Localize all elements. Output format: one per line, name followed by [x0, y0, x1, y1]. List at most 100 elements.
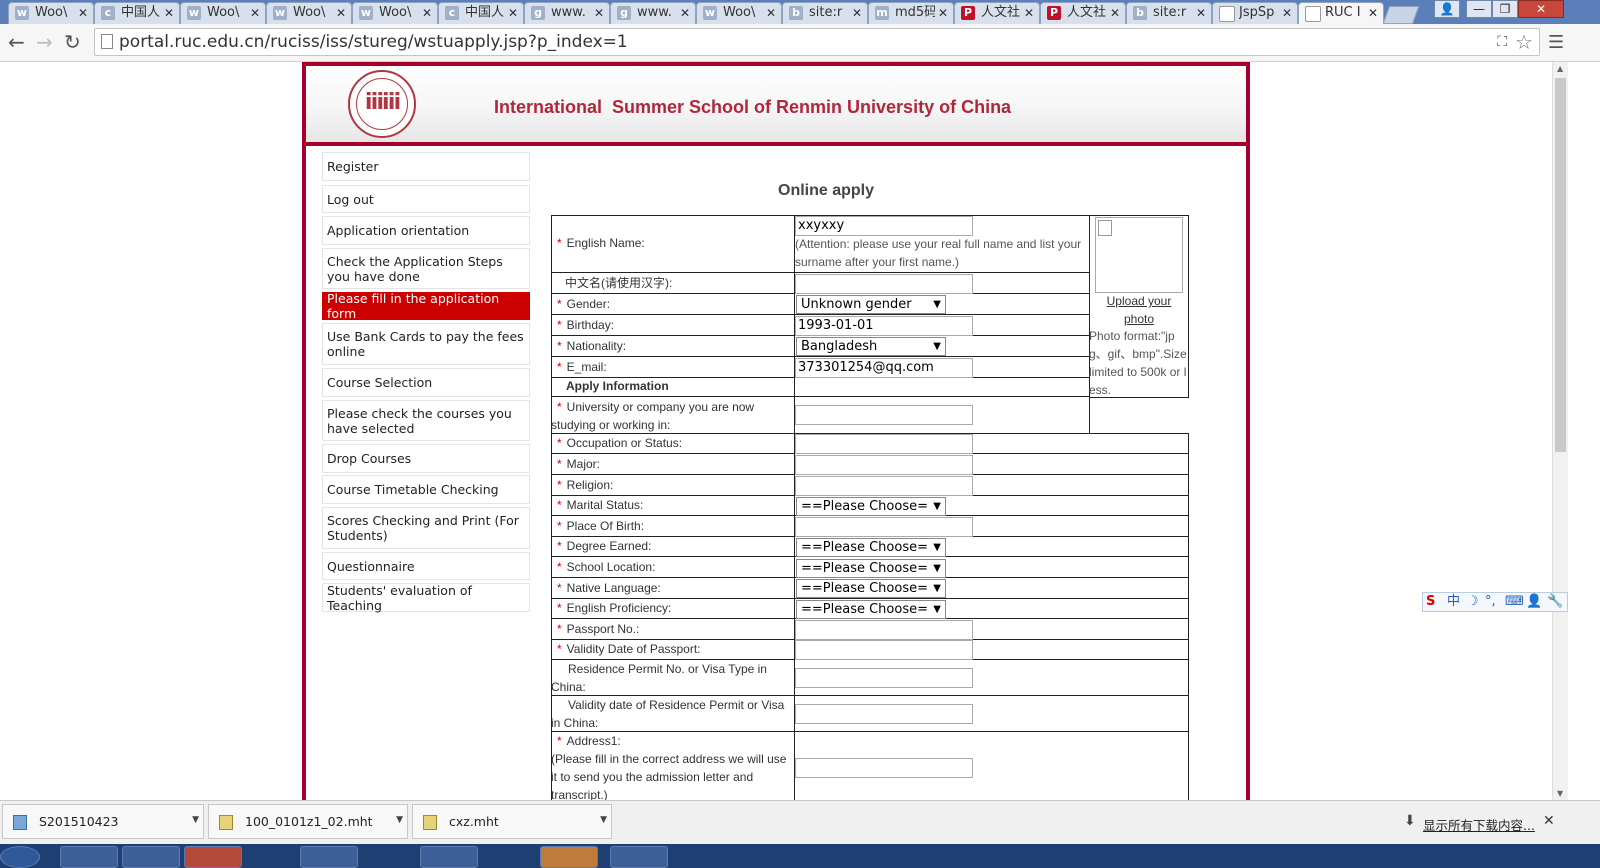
degree-select[interactable]: ==Please Choose= ▼	[796, 538, 946, 557]
residence-validity-field[interactable]	[795, 704, 973, 724]
chinese-mode-icon[interactable]: 中	[1447, 593, 1460, 611]
email-field[interactable]: 373301254@qq.com	[795, 358, 973, 378]
chevron-down-icon[interactable]: ▼	[600, 805, 607, 835]
wrench-icon[interactable]: 🔧	[1547, 593, 1563, 611]
browser-tab[interactable]: c 中国人 ✕	[94, 2, 180, 24]
user-icon[interactable]: 👤	[1434, 0, 1460, 18]
download-item[interactable]: 100_0101z1_02.mht ▼	[208, 804, 408, 839]
residence-permit-field[interactable]	[795, 668, 973, 688]
close-icon[interactable]: ✕	[78, 3, 88, 23]
close-icon[interactable]: ✕	[1543, 813, 1555, 829]
close-icon[interactable]: ✕	[1368, 3, 1378, 23]
user-icon[interactable]: 👤	[1526, 593, 1542, 611]
taskbar-app-button[interactable]	[122, 846, 180, 868]
address1-field[interactable]	[795, 758, 973, 778]
close-icon[interactable]: ✕	[1024, 3, 1034, 23]
close-icon[interactable]: ✕	[1282, 3, 1292, 23]
close-icon[interactable]: ✕	[766, 3, 776, 23]
browser-tab-active[interactable]: d RUC I ✕	[1298, 2, 1384, 24]
birthday-field[interactable]: 1993-01-01	[795, 316, 973, 336]
chevron-down-icon[interactable]: ▼	[396, 805, 403, 835]
sidebar-item-scores[interactable]: Scores Checking and Print (For Students)	[322, 507, 530, 549]
sidebar-item-bank-cards[interactable]: Use Bank Cards to pay the fees online	[322, 323, 530, 365]
browser-tab[interactable]: g www. ✕	[524, 2, 610, 24]
new-tab-button[interactable]	[1382, 6, 1420, 24]
browser-tab[interactable]: w Woo\ ✕	[8, 2, 94, 24]
university-field[interactable]	[795, 405, 973, 425]
chinese-name-field[interactable]	[795, 274, 973, 294]
browser-tab[interactable]: w Woo\ ✕	[180, 2, 266, 24]
passport-validity-field[interactable]	[795, 640, 973, 660]
menu-icon[interactable]: ☰	[1548, 32, 1564, 53]
reload-icon[interactable]: ↻	[64, 32, 81, 52]
close-icon[interactable]: ✕	[164, 3, 174, 23]
browser-tab[interactable]: b site:r ✕	[1126, 2, 1212, 24]
school-location-select[interactable]: ==Please Choose= ▼	[796, 559, 946, 578]
scroll-down-icon[interactable]: ▼	[1557, 789, 1563, 798]
sidebar-item-questionnaire[interactable]: Questionnaire	[322, 552, 530, 580]
sidebar-item-timetable[interactable]: Course Timetable Checking	[322, 475, 530, 504]
taskbar-app-button[interactable]	[420, 846, 478, 868]
upload-photo-link[interactable]: Upload your photo	[1091, 292, 1187, 328]
url-text[interactable]: portal.ruc.edu.cn/ruciss/iss/stureg/wstu…	[119, 29, 628, 55]
native-language-select[interactable]: ==Please Choose= ▼	[796, 579, 946, 598]
punctuation-icon[interactable]: °,	[1485, 593, 1496, 611]
close-icon[interactable]: ✕	[852, 3, 862, 23]
moon-icon[interactable]: ☽	[1467, 593, 1479, 611]
download-item[interactable]: cxz.mht ▼	[412, 804, 612, 839]
taskbar-app-button[interactable]	[540, 846, 598, 868]
taskbar-app-button[interactable]	[60, 846, 118, 868]
browser-tab[interactable]: w Woo\ ✕	[352, 2, 438, 24]
english-proficiency-select[interactable]: ==Please Choose= ▼	[796, 600, 946, 619]
sidebar-item-register[interactable]: Register	[322, 152, 530, 181]
close-icon[interactable]: ✕	[250, 3, 260, 23]
close-icon[interactable]: ✕	[508, 3, 518, 23]
taskbar-app-button[interactable]	[300, 846, 358, 868]
sogou-logo-icon[interactable]: S	[1426, 593, 1435, 611]
browser-tab[interactable]: b site:r ✕	[782, 2, 868, 24]
forward-icon[interactable]: →	[36, 32, 53, 52]
sidebar-item-drop-courses[interactable]: Drop Courses	[322, 444, 530, 473]
marital-status-select[interactable]: ==Please Choose= ▼	[796, 497, 946, 516]
close-icon[interactable]: ✕	[594, 3, 604, 23]
nationality-select[interactable]: Bangladesh ▼	[796, 337, 946, 356]
browser-tab[interactable]: g www. ✕	[610, 2, 696, 24]
close-icon[interactable]: ✕	[680, 3, 690, 23]
scrollbar-thumb[interactable]	[1555, 78, 1566, 452]
page-scrollbar[interactable]: ▲ ▼	[1552, 62, 1568, 800]
close-icon[interactable]: ✕	[1110, 3, 1120, 23]
gender-select[interactable]: Unknown gender ▼	[796, 295, 946, 314]
religion-field[interactable]	[795, 476, 973, 496]
browser-tab[interactable]: m md5码 ✕	[868, 2, 954, 24]
browser-tab[interactable]: c 中国人 ✕	[438, 2, 524, 24]
browser-tab[interactable]: w Woo\ ✕	[266, 2, 352, 24]
sidebar-item-check-steps[interactable]: Check the Application Steps you have don…	[322, 248, 530, 289]
show-all-downloads-link[interactable]: 显示所有下载内容...	[1423, 815, 1535, 834]
close-icon[interactable]: ✕	[938, 3, 948, 23]
close-window-icon[interactable]: ✕	[1518, 0, 1564, 18]
scroll-up-icon[interactable]: ▲	[1557, 64, 1563, 73]
restore-icon[interactable]: ❐	[1492, 0, 1518, 18]
browser-tab[interactable]: d JspSp ✕	[1212, 2, 1298, 24]
place-of-birth-field[interactable]	[795, 517, 973, 537]
sidebar-item-logout[interactable]: Log out	[322, 185, 530, 213]
ime-toolbar[interactable]: S 中 ☽ °, ⌨ 👤 🔧	[1422, 592, 1568, 612]
passport-no-field[interactable]	[795, 620, 973, 640]
browser-tab[interactable]: w Woo\ ✕	[696, 2, 782, 24]
browser-tab[interactable]: P 人文社 ✕	[1040, 2, 1126, 24]
sidebar-item-evaluation[interactable]: Students' evaluation of Teaching	[322, 583, 530, 613]
taskbar-app-button[interactable]	[184, 846, 242, 868]
address-bar[interactable]: portal.ruc.edu.cn/ruciss/iss/stureg/wstu…	[94, 28, 1540, 56]
occupation-field[interactable]	[795, 434, 973, 454]
close-icon[interactable]: ✕	[422, 3, 432, 23]
close-icon[interactable]: ✕	[1196, 3, 1206, 23]
sidebar-item-application-form[interactable]: Please fill in the application form	[322, 291, 530, 321]
close-icon[interactable]: ✕	[336, 3, 346, 23]
major-field[interactable]	[795, 455, 973, 475]
chevron-down-icon[interactable]: ▼	[192, 805, 199, 835]
sidebar-item-application-orientation[interactable]: Application orientation	[322, 216, 530, 245]
sidebar-item-course-selection[interactable]: Course Selection	[322, 368, 530, 397]
translate-icon[interactable]: ⛶	[1497, 34, 1507, 50]
start-button[interactable]	[0, 846, 40, 868]
keyboard-icon[interactable]: ⌨	[1505, 593, 1524, 611]
